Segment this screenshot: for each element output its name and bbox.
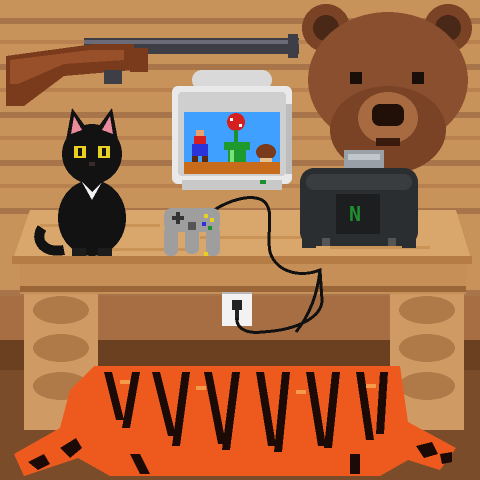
tiger-skin-rug bbox=[14, 366, 456, 476]
console-logo-letter: N bbox=[348, 202, 362, 226]
game-controller bbox=[164, 208, 220, 256]
game-scene: N bbox=[0, 0, 480, 480]
monitor-screen bbox=[184, 112, 280, 174]
black-cat bbox=[34, 108, 126, 256]
